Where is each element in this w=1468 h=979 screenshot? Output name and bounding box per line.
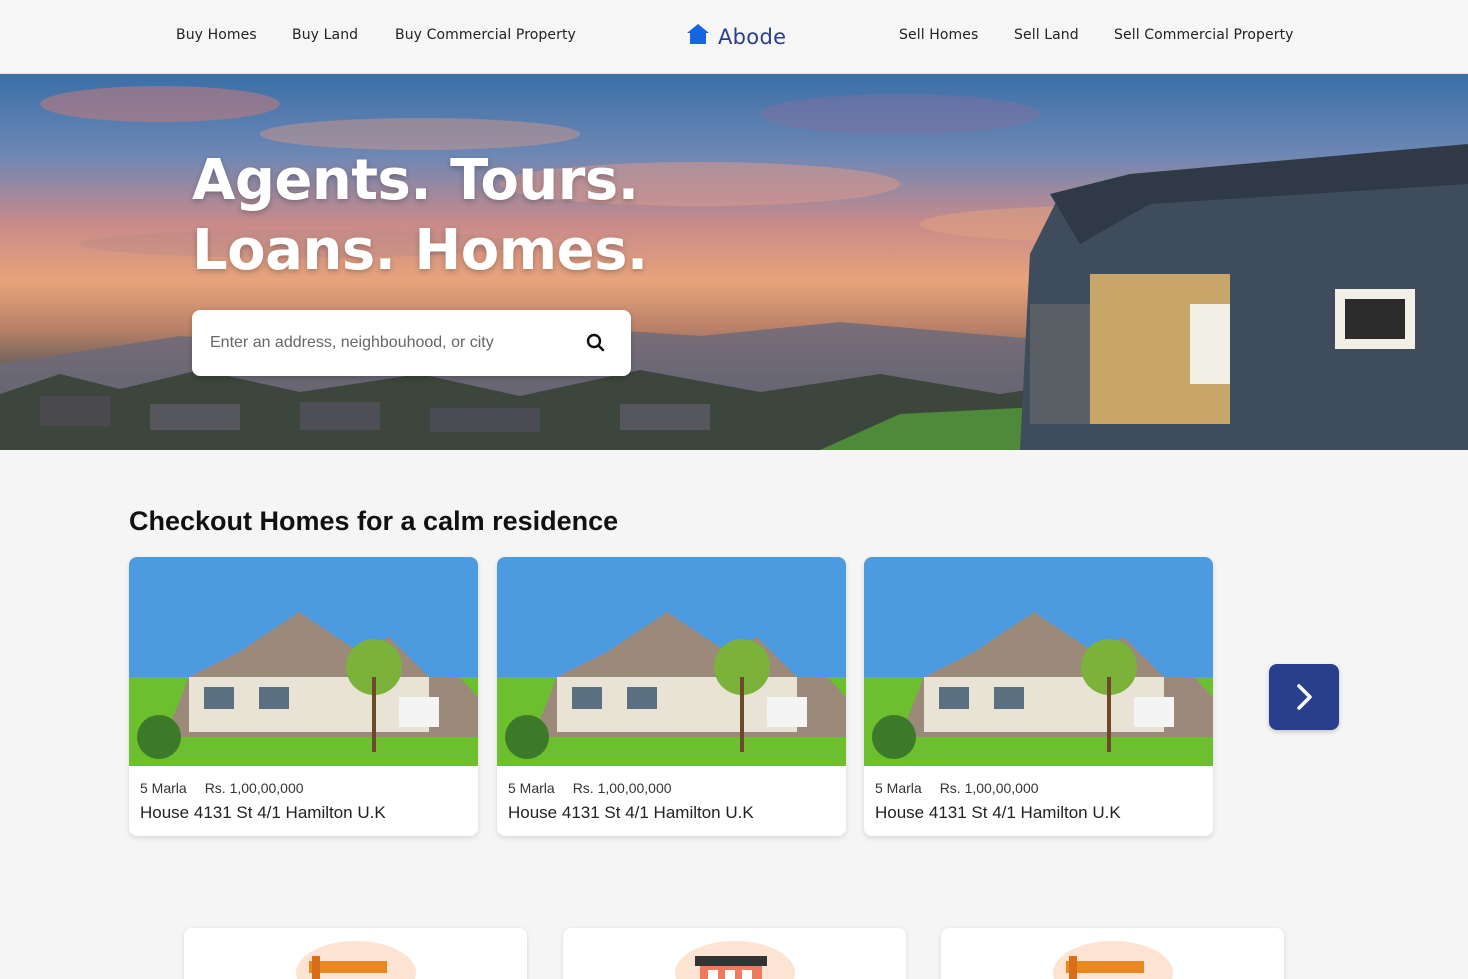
search-icon[interactable] xyxy=(586,333,606,358)
sign-post-icon xyxy=(1053,941,1173,979)
hero-banner: Agents. Tours. Loans. Homes. xyxy=(0,74,1468,450)
listing-address: House 4131 St 4/1 Hamilton U.K xyxy=(508,803,754,822)
nav-sell-land[interactable]: Sell Land xyxy=(1014,27,1079,43)
nav-sell-commercial-property[interactable]: Sell Commercial Property xyxy=(1114,27,1294,43)
search-input[interactable] xyxy=(210,330,570,356)
listing-card[interactable]: 5 Marla Rs. 1,00,00,000 House 4131 St 4/1… xyxy=(864,557,1213,836)
listing-size: 5 Marla xyxy=(140,780,187,796)
listing-price: Rs. 1,00,00,000 xyxy=(939,780,1039,796)
listing-size: 5 Marla xyxy=(875,780,922,796)
nav-buy-land[interactable]: Buy Land xyxy=(292,27,358,43)
listing-meta: 5 Marla Rs. 1,00,00,000 xyxy=(508,780,672,796)
building-icon xyxy=(675,941,795,979)
nav-buy-homes[interactable]: Buy Homes xyxy=(176,27,257,43)
listing-size: 5 Marla xyxy=(508,780,555,796)
listing-price: Rs. 1,00,00,000 xyxy=(572,780,672,796)
hero-title: Agents. Tours. Loans. Homes. xyxy=(192,146,648,286)
search-bar xyxy=(192,310,631,376)
listing-photo xyxy=(864,557,1213,766)
feature-card[interactable] xyxy=(941,928,1284,979)
top-navigation: Buy Homes Buy Land Buy Commercial Proper… xyxy=(0,0,1468,74)
section-title: Checkout Homes for a calm residence xyxy=(129,506,619,536)
carousel-next-button[interactable] xyxy=(1269,664,1339,730)
listing-photo xyxy=(497,557,846,766)
listing-card[interactable]: 5 Marla Rs. 1,00,00,000 House 4131 St 4/1… xyxy=(129,557,478,836)
feature-card[interactable] xyxy=(563,928,906,979)
listing-price: Rs. 1,00,00,000 xyxy=(204,780,304,796)
listing-meta: 5 Marla Rs. 1,00,00,000 xyxy=(140,780,304,796)
house-icon xyxy=(686,22,710,51)
hero-title-line-2: Loans. Homes. xyxy=(192,218,648,283)
brand-name: Abode xyxy=(718,24,787,49)
listing-meta: 5 Marla Rs. 1,00,00,000 xyxy=(875,780,1039,796)
listing-photo xyxy=(129,557,478,766)
hero-title-line-1: Agents. Tours. xyxy=(192,148,639,213)
listing-address: House 4131 St 4/1 Hamilton U.K xyxy=(140,803,386,822)
listing-address: House 4131 St 4/1 Hamilton U.K xyxy=(875,803,1121,822)
brand-logo[interactable]: Abode xyxy=(686,22,786,51)
nav-buy-commercial-property[interactable]: Buy Commercial Property xyxy=(395,27,576,43)
chevron-right-icon xyxy=(1297,684,1312,710)
sign-post-icon xyxy=(296,941,416,979)
feature-card[interactable] xyxy=(184,928,527,979)
listing-card[interactable]: 5 Marla Rs. 1,00,00,000 House 4131 St 4/1… xyxy=(497,557,846,836)
nav-sell-homes[interactable]: Sell Homes xyxy=(899,27,978,43)
